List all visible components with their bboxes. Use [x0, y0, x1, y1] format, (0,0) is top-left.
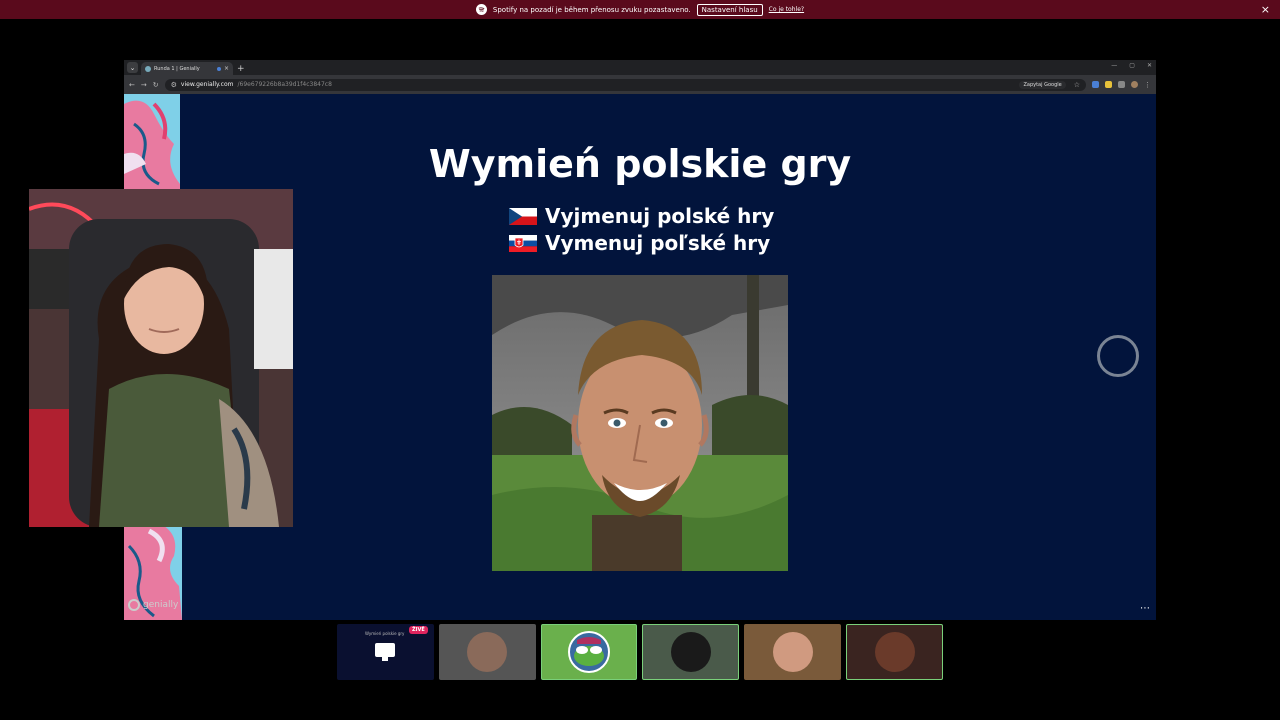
minimize-button[interactable]: —: [1111, 62, 1117, 69]
maximize-button[interactable]: ▢: [1129, 62, 1135, 69]
genially-logo[interactable]: genially: [128, 599, 178, 611]
character-avatar: [874, 632, 915, 672]
participant-tile-character[interactable]: [846, 624, 943, 680]
live-badge: ŽIVĚ: [409, 626, 428, 634]
czech-line: Vyjmenuj polské hry: [509, 204, 774, 228]
participant-avatar: [772, 632, 813, 672]
favicon-icon: [145, 65, 151, 72]
participant-tile-person[interactable]: [744, 624, 842, 680]
close-icon[interactable]: ×: [1261, 3, 1270, 16]
new-tab-button[interactable]: +: [237, 64, 245, 74]
participant-tile-streamer[interactable]: [438, 624, 536, 680]
forward-arrow-icon[interactable]: →: [141, 81, 147, 89]
pepe-avatar: [568, 631, 611, 673]
czech-line-text: Vyjmenuj polské hry: [545, 204, 775, 228]
tab-close-icon[interactable]: ×: [224, 65, 229, 72]
bookmark-star-icon[interactable]: ☆: [1074, 81, 1080, 89]
genially-brand-text: genially: [143, 600, 179, 610]
slide-title: Wymień polskie gry: [428, 142, 852, 186]
tab-strip: ⌄ Runda 1 | Genially × + — ▢ ✕: [124, 60, 1156, 75]
czech-flag-icon: [509, 207, 537, 225]
tab-genially[interactable]: Runda 1 | Genially ×: [141, 62, 233, 75]
close-window-button[interactable]: ✕: [1147, 62, 1152, 69]
slovak-line-text: Vymenuj poľské hry: [545, 231, 771, 255]
profile-avatar[interactable]: [1131, 81, 1138, 88]
extension-icon[interactable]: [1092, 81, 1099, 88]
slovak-flag-icon: [509, 234, 537, 252]
tab-search-icon[interactable]: ⌄: [127, 62, 138, 73]
ask-google-button[interactable]: Zapytaj Google: [1019, 80, 1066, 89]
voice-settings-button[interactable]: Nastavení hlasu: [696, 3, 763, 16]
url-host: view.genially.com: [180, 81, 234, 88]
url-input[interactable]: ⚙ view.genially.com/69e679226b8a39d1f4c3…: [164, 78, 1086, 91]
spotify-notification-bar: Spotify na pozadí je během přenosu zvuku…: [0, 0, 1280, 19]
participant-tile-pepe[interactable]: [540, 624, 638, 680]
recording-dot-icon: [216, 66, 221, 71]
participant-strip: Wymień polskie gry ŽIVĚ: [337, 624, 943, 680]
window-controls: — ▢ ✕: [1111, 62, 1152, 69]
screen-share-icon: [375, 643, 396, 661]
genially-icon: [128, 599, 140, 611]
spotify-icon: [475, 4, 487, 15]
back-arrow-icon[interactable]: ←: [129, 81, 135, 89]
address-bar: ← → ↻ ⚙ view.genially.com/69e679226b8a39…: [124, 75, 1156, 94]
participant-avatar: [467, 632, 508, 672]
slovak-line: Vymenuj poľské hry: [509, 231, 770, 255]
site-info-icon[interactable]: ⚙: [171, 81, 177, 89]
url-path: /69e679226b8a39d1f4c3847c8: [237, 81, 332, 88]
extensions-puzzle-icon[interactable]: [1118, 81, 1125, 88]
more-options-icon[interactable]: ⋯: [1140, 603, 1150, 614]
loading-spinner-icon: [1097, 335, 1139, 377]
extension-icon[interactable]: [1105, 81, 1112, 88]
participant-tile-screen[interactable]: Wymień polskie gry ŽIVĚ: [337, 624, 434, 680]
what-is-this-link[interactable]: Co je tohle?: [769, 6, 804, 13]
participant-tile-seal[interactable]: [642, 624, 740, 680]
browser-menu-icon[interactable]: ⋮: [1144, 81, 1151, 89]
mini-slide-title: Wymień polskie gry: [365, 631, 405, 636]
seal-avatar: [670, 632, 711, 672]
tab-title: Runda 1 | Genially: [154, 65, 200, 72]
game-character-image: [492, 275, 788, 571]
streamer-webcam: [29, 189, 293, 527]
notification-message: Spotify na pozadí je během přenosu zvuku…: [492, 5, 691, 14]
reload-icon[interactable]: ↻: [153, 81, 159, 89]
